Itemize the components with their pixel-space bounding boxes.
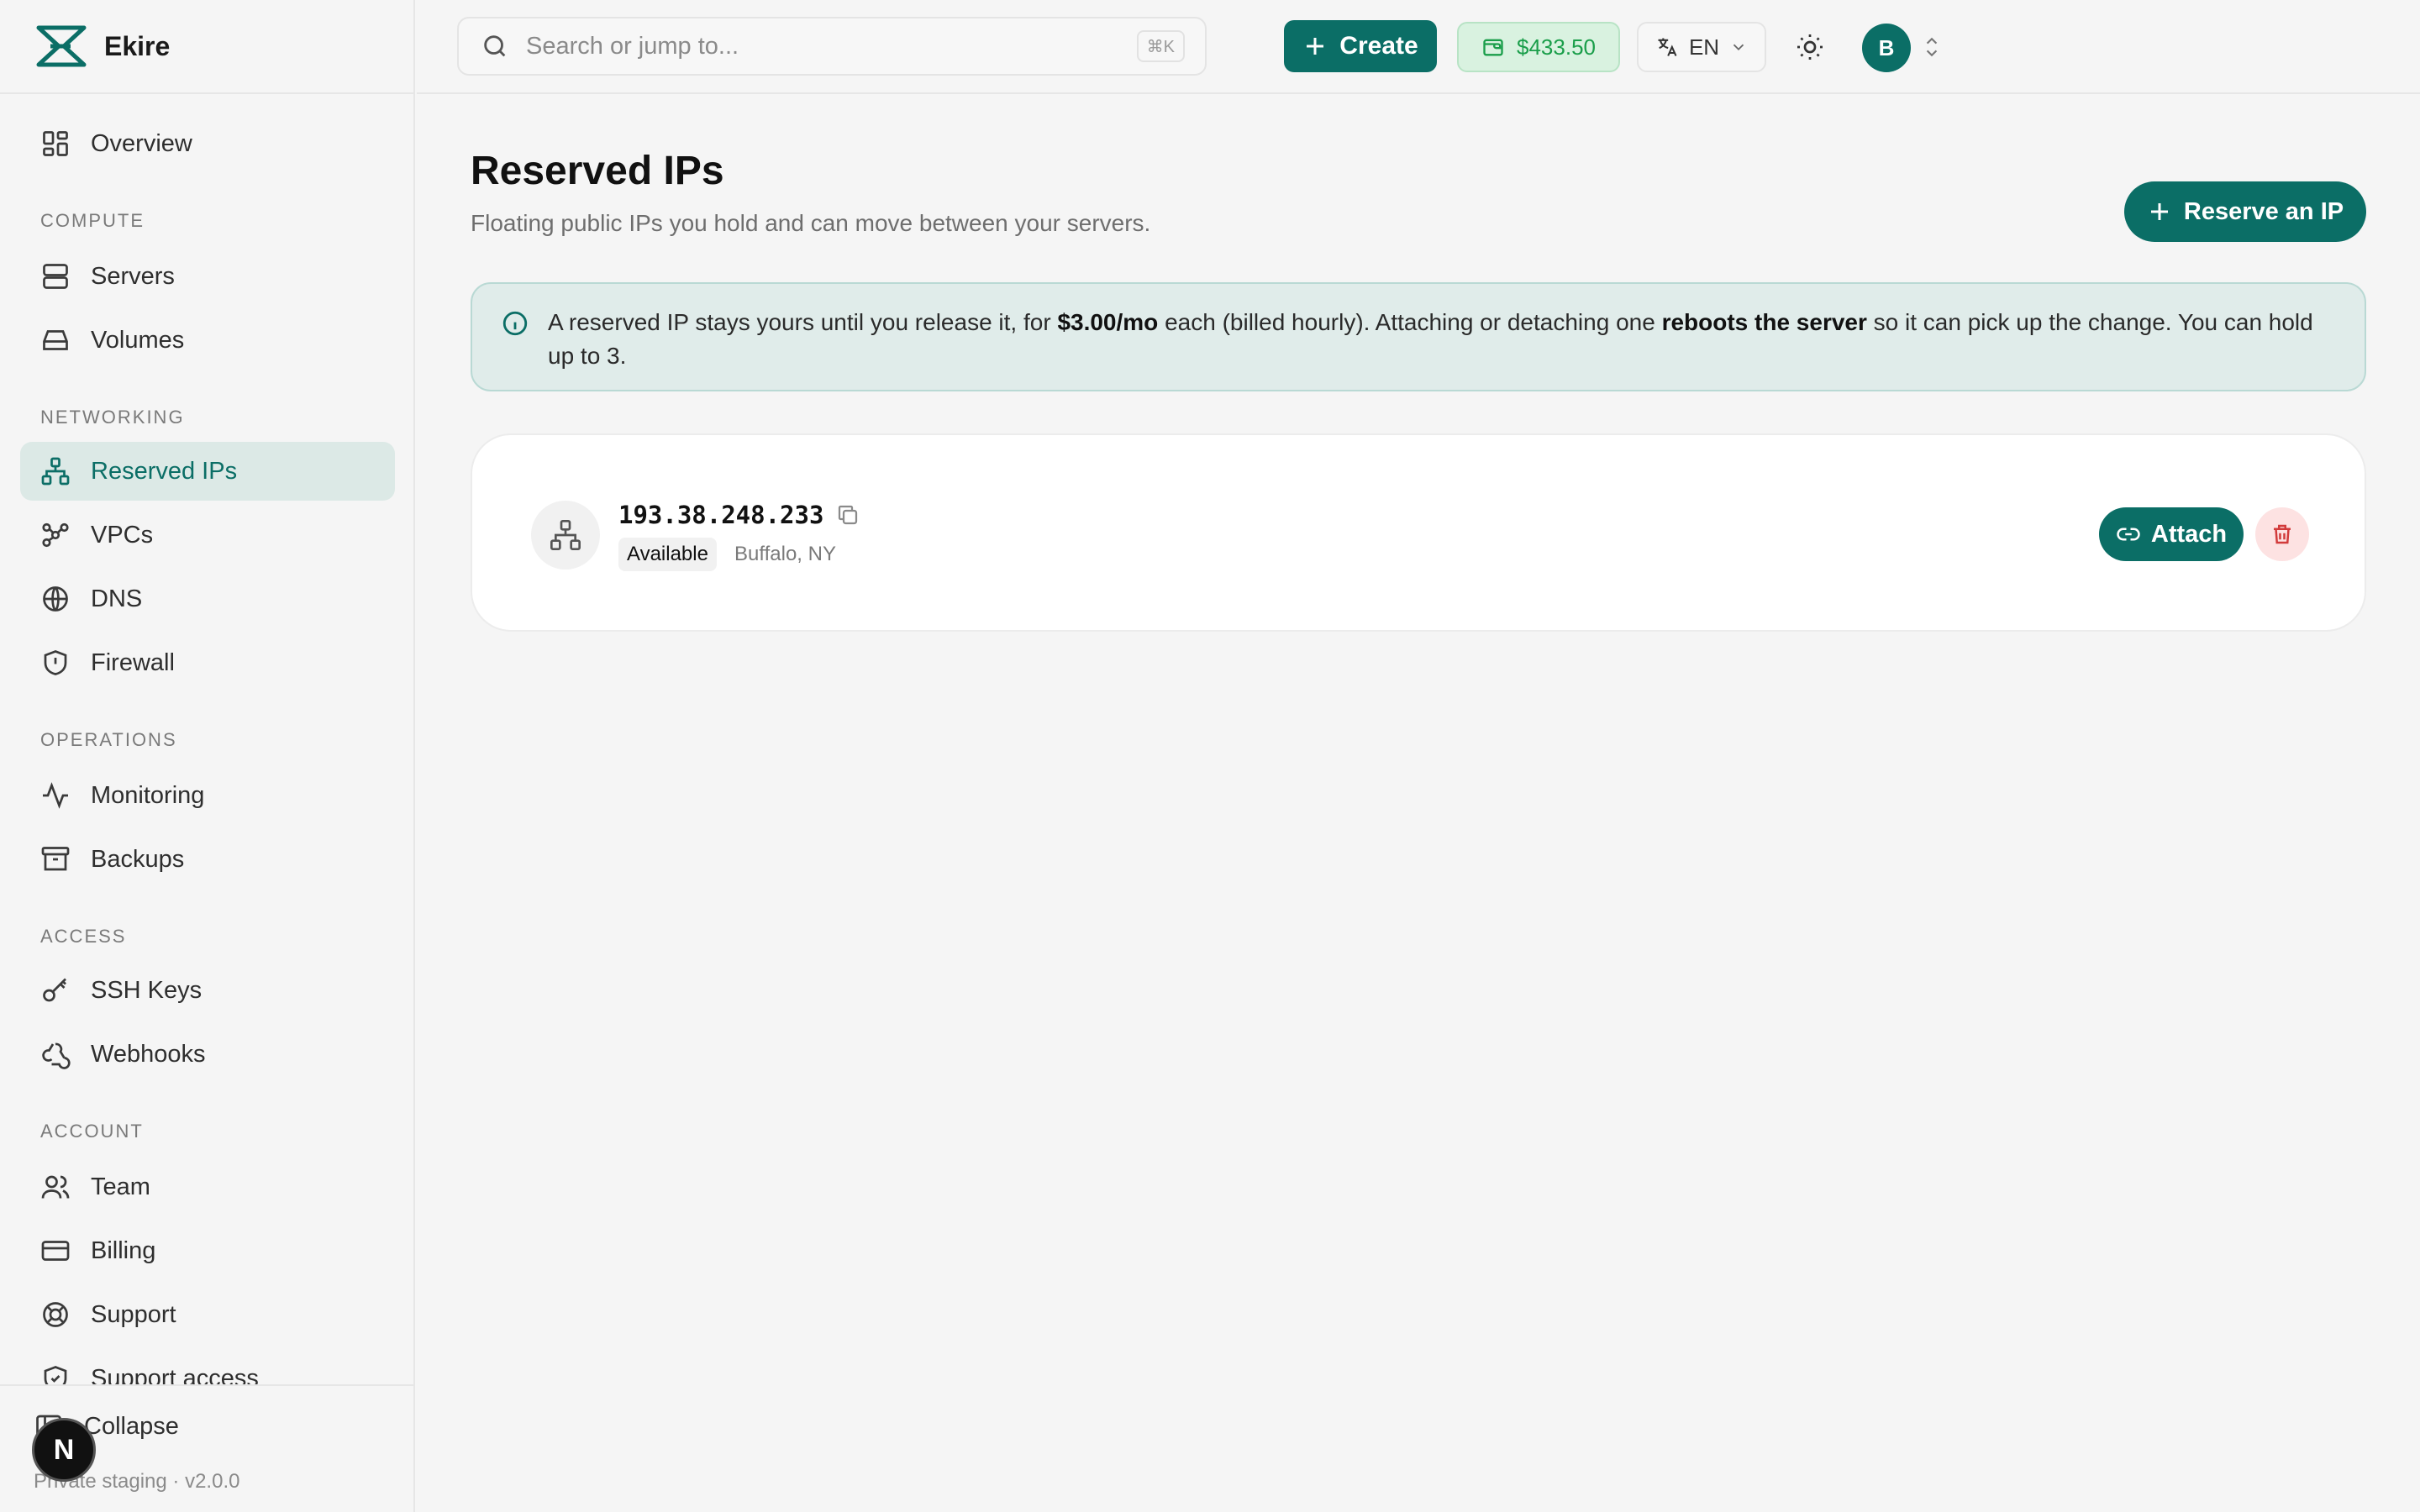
brand[interactable]: Ekire xyxy=(0,0,413,94)
network-icon xyxy=(41,457,70,486)
page-subtitle: Floating public IPs you hold and can mov… xyxy=(471,210,1151,236)
sidebar-item-label: VPCs xyxy=(91,521,154,549)
sidebar-item-label: Overview xyxy=(91,129,192,157)
ip-address: 193.38.248.233 xyxy=(618,501,824,529)
ip-location: Buffalo, NY xyxy=(734,543,836,565)
plus-icon xyxy=(2150,203,2168,220)
sidebar-item-label: Volumes xyxy=(91,326,185,354)
info-icon xyxy=(502,311,528,336)
drive-icon xyxy=(43,330,68,350)
info-text-2: each (billed hourly). Attaching or detac… xyxy=(1158,309,1662,335)
vpc-icon xyxy=(42,522,69,548)
key-icon xyxy=(43,978,66,1002)
sidebar-item-firewall[interactable]: Firewall xyxy=(20,633,395,692)
sidebar-item-webhooks[interactable]: Webhooks xyxy=(20,1025,395,1084)
language-select[interactable]: EN xyxy=(1637,22,1766,72)
section-title-networking: NETWORKING xyxy=(40,407,185,428)
sun-icon[interactable] xyxy=(1795,32,1825,62)
sidebar-item-monitoring[interactable]: Monitoring xyxy=(20,766,395,825)
sidebar-item-label: Support xyxy=(91,1300,176,1328)
info-emphasis: reboots the server xyxy=(1661,309,1867,335)
avatar[interactable]: B xyxy=(1862,24,1911,72)
shield-icon xyxy=(44,650,67,675)
search-box[interactable]: ⌘K xyxy=(457,17,1207,76)
page-title: Reserved IPs xyxy=(471,149,724,193)
credit-card-icon xyxy=(41,1241,70,1261)
network-icon xyxy=(550,520,581,550)
search-icon xyxy=(484,35,506,57)
delete-button[interactable] xyxy=(2255,507,2309,561)
balance-badge[interactable]: $433.50 xyxy=(1457,22,1620,72)
section-title-access: ACCESS xyxy=(40,926,127,947)
chevron-down-icon xyxy=(1733,44,1744,51)
info-banner: A reserved IP stays yours until you rele… xyxy=(471,282,2366,391)
search-input[interactable] xyxy=(526,32,1114,60)
sidebar-item-label: Backups xyxy=(91,845,185,873)
sidebar-item-ssh-keys[interactable]: SSH Keys xyxy=(20,961,395,1020)
grid-icon xyxy=(43,131,68,156)
users-icon xyxy=(41,1175,70,1199)
translate-icon xyxy=(1658,38,1677,56)
webhook-icon xyxy=(42,1042,71,1069)
server-icon xyxy=(43,264,68,289)
sidebar-item-dns[interactable]: DNS xyxy=(20,570,395,628)
section-title-operations: OPERATIONS xyxy=(40,729,177,750)
sidebar-item-reserved-ips[interactable]: Reserved IPs xyxy=(20,442,395,501)
sidebar-item-support[interactable]: Support xyxy=(20,1285,395,1344)
topbar: ⌘K Create $433.50 EN B xyxy=(417,0,2420,94)
create-button[interactable]: Create xyxy=(1284,20,1437,72)
attach-button[interactable]: Attach xyxy=(2099,507,2244,561)
globe-icon xyxy=(43,586,68,612)
sidebar-nav: Overview COMPUTE Servers Volumes NETWORK… xyxy=(0,94,413,1384)
sidebar-item-label: Reserved IPs xyxy=(91,457,238,485)
ip-icon-wrap xyxy=(531,501,600,570)
sidebar-item-team[interactable]: Team xyxy=(20,1158,395,1216)
sidebar-item-label: Monitoring xyxy=(91,781,205,809)
sidebar-item-label: Webhooks xyxy=(91,1040,206,1068)
dev-tools-badge[interactable]: N xyxy=(32,1418,96,1482)
language-value: EN xyxy=(1688,34,1720,60)
reserve-ip-label: Reserve an IP xyxy=(2183,197,2344,225)
create-label: Create xyxy=(1339,32,1418,60)
archive-icon xyxy=(41,847,70,871)
search-shortcut: ⌘K xyxy=(1136,30,1185,62)
status-badge: Available xyxy=(618,538,717,571)
sidebar-item-label: Billing xyxy=(91,1236,156,1264)
section-title-account: ACCOUNT xyxy=(40,1121,144,1142)
sidebar-item-overview[interactable]: Overview xyxy=(20,114,395,173)
trash-icon xyxy=(2274,524,2291,544)
info-price: $3.00/mo xyxy=(1057,309,1159,335)
sidebar-item-label: Firewall xyxy=(91,648,175,676)
sidebar-item-label: DNS xyxy=(91,585,143,612)
info-text-1: A reserved IP stays yours until you rele… xyxy=(548,309,1058,335)
sidebar-item-vpcs[interactable]: VPCs xyxy=(20,506,395,564)
sidebar-item-volumes[interactable]: Volumes xyxy=(20,311,395,370)
sidebar-item-label: Support access xyxy=(91,1364,259,1385)
sidebar-item-label: SSH Keys xyxy=(91,976,203,1004)
brand-name: Ekire xyxy=(104,30,171,61)
sidebar-item-backups[interactable]: Backups xyxy=(20,830,395,889)
sidebar-item-servers[interactable]: Servers xyxy=(20,247,395,306)
shield-check-icon xyxy=(44,1366,67,1384)
sidebar-item-billing[interactable]: Billing xyxy=(20,1221,395,1280)
copy-icon[interactable] xyxy=(835,502,860,528)
plus-icon xyxy=(1307,38,1324,55)
link-icon xyxy=(2117,528,2140,541)
chevron-up-down-icon[interactable] xyxy=(1921,34,1943,60)
reserved-ip-card: 193.38.248.233 Available Buffalo, NY Att… xyxy=(471,433,2366,632)
wallet-icon xyxy=(1483,39,1503,56)
sidebar: Ekire Overview COMPUTE Servers Volumes N… xyxy=(0,0,415,1512)
attach-label: Attach xyxy=(2150,520,2228,548)
section-title-compute: COMPUTE xyxy=(40,210,145,231)
sidebar-item-support-access[interactable]: Support access xyxy=(20,1349,395,1384)
ekire-logo-icon xyxy=(36,25,87,67)
sidebar-item-label: Team xyxy=(91,1173,150,1200)
activity-icon xyxy=(43,782,68,809)
lifebuoy-icon xyxy=(43,1302,68,1327)
collapse-label: Collapse xyxy=(84,1412,179,1440)
reserve-ip-button[interactable]: Reserve an IP xyxy=(2124,181,2366,242)
balance-amount: $433.50 xyxy=(1517,34,1596,60)
sidebar-item-label: Servers xyxy=(91,262,175,290)
